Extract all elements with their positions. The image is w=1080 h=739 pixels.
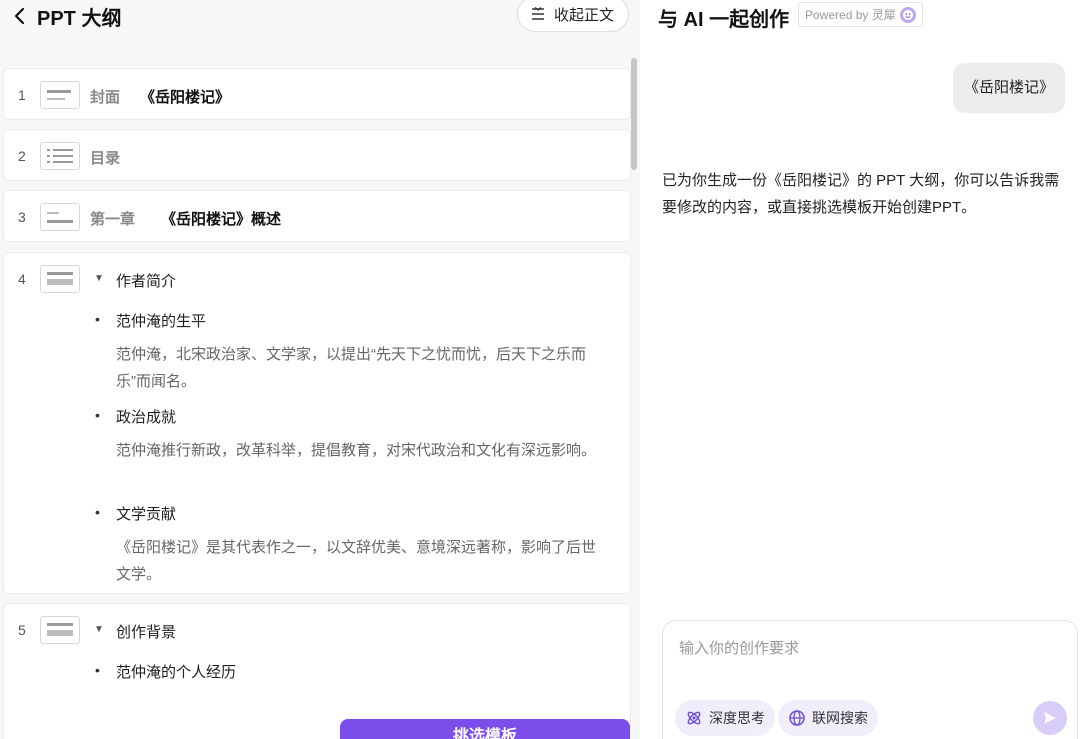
subpoint-title[interactable]: 范仲淹的个人经历 [116, 661, 236, 682]
chat-title: 与 AI 一起创作 [658, 9, 790, 31]
bullet-dot: • [95, 662, 100, 678]
deep-think-label: 深度思考 [709, 710, 765, 726]
slide-number: 4 [18, 271, 26, 287]
slide-thumbnail-chapter [40, 203, 80, 231]
section-title[interactable]: 创作背景 [116, 621, 176, 642]
collapse-icon [532, 6, 544, 20]
outline-scrollbar[interactable] [631, 58, 637, 170]
outline-card-chapter[interactable]: 3 第一章 《岳阳楼记》概述 [3, 190, 631, 242]
chat-input[interactable] [679, 637, 1059, 677]
collapse-body-button[interactable]: 收起正文 [517, 0, 629, 32]
subpoint-desc[interactable]: 范仲淹推行新政，改革科举，提倡教育，对宋代政治和文化有深远影响。 [116, 437, 596, 464]
section-title[interactable]: 作者简介 [116, 270, 176, 291]
collapse-caret-icon[interactable]: ▼ [94, 273, 104, 284]
user-message-bubble: 《岳阳楼记》 [953, 63, 1065, 113]
send-icon [1044, 712, 1056, 724]
outline-panel: PPT 大纲 收起正文 1 封面 《岳阳楼记》 2 目录 3 第一章 《岳阳楼记… [0, 0, 640, 739]
atom-icon [687, 711, 701, 725]
cover-title[interactable]: 《岳阳楼记》 [140, 86, 230, 107]
deep-think-toggle[interactable]: 深度思考 [675, 700, 775, 736]
slide-kind: 第一章 [90, 211, 136, 228]
globe-icon [789, 710, 805, 726]
slide-number: 5 [18, 622, 26, 638]
subpoint-desc[interactable]: 《岳阳楼记》是其代表作之一，以文辞优美、意境深远著称，影响了后世文学。 [116, 534, 596, 588]
outline-title: PPT 大纲 [37, 8, 122, 30]
lingxi-logo-icon [899, 6, 916, 23]
subpoint-title[interactable]: 范仲淹的生平 [116, 310, 206, 331]
slide-thumbnail-toc [40, 142, 80, 170]
slide-thumbnail-cover [40, 81, 80, 109]
powered-by-text: Powered by 灵犀 [805, 8, 896, 22]
subpoint-title[interactable]: 政治成就 [116, 406, 176, 427]
chapter-title[interactable]: 《岳阳楼记》概述 [161, 208, 281, 229]
outline-card-toc[interactable]: 2 目录 [3, 129, 631, 181]
slide-thumbnail-section [40, 616, 80, 644]
outline-card-cover[interactable]: 1 封面 《岳阳楼记》 [3, 68, 631, 120]
slide-thumbnail-section [40, 265, 80, 293]
subpoint-title[interactable]: 文学贡献 [116, 503, 176, 524]
subpoint-desc[interactable]: 范仲淹，北宋政治家、文学家，以提出“先天下之忧而忧，后天下之乐而乐”而闻名。 [116, 341, 596, 395]
outline-card-section-4[interactable]: 4 ▼ 作者简介 • 范仲淹的生平 范仲淹，北宋政治家、文学家，以提出“先天下之… [3, 252, 631, 594]
slide-kind: 封面 [90, 89, 121, 106]
slide-number: 2 [18, 148, 26, 164]
send-button[interactable] [1033, 701, 1067, 735]
outline-header: PPT 大纲 收起正文 [0, 0, 640, 34]
bullet-dot: • [95, 311, 100, 327]
bullet-dot: • [95, 407, 100, 423]
web-search-label: 联网搜索 [812, 710, 868, 726]
slide-number: 3 [18, 209, 26, 225]
powered-by-badge: Powered by 灵犀 [798, 2, 923, 27]
choose-template-button[interactable]: 挑选模板 [340, 719, 630, 739]
chat-input-box[interactable]: 深度思考 联网搜索 [662, 620, 1078, 739]
back-arrow-icon[interactable] [12, 5, 28, 27]
collapse-caret-icon[interactable]: ▼ [94, 624, 104, 635]
slide-number: 1 [18, 87, 26, 103]
bullet-dot: • [95, 504, 100, 520]
collapse-body-label: 收起正文 [554, 6, 615, 24]
ai-message: 已为你生成一份《岳阳楼记》的 PPT 大纲，你可以告诉我需要修改的内容，或直接挑… [662, 172, 1060, 216]
slide-kind: 目录 [90, 150, 121, 167]
chat-panel: 与 AI 一起创作 Powered by 灵犀 《岳阳楼记》 已为你生成一份《岳… [640, 0, 1080, 739]
web-search-toggle[interactable]: 联网搜索 [778, 700, 878, 736]
